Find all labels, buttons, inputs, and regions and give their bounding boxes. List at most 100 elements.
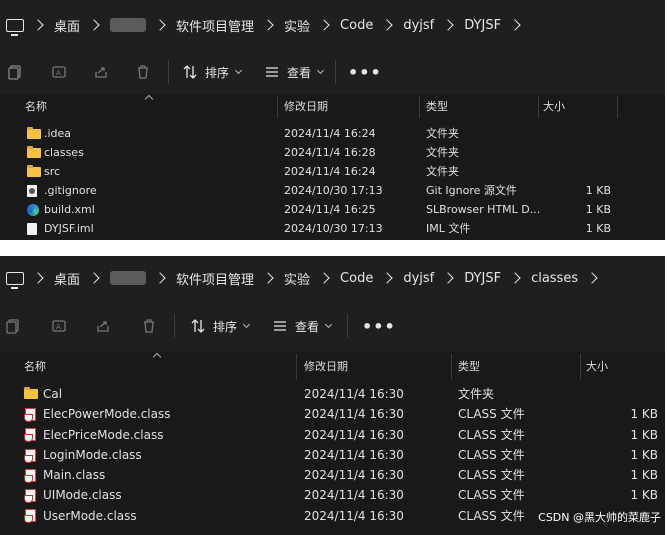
chevron-right-icon[interactable] [154,272,166,284]
file-name: ElecPowerMode.class [43,407,171,422]
file-name: LoginMode.class [43,447,142,462]
breadcrumb-classes[interactable]: classes [531,271,578,286]
address-bar[interactable]: 桌面 软件项目管理 实验 Code dyjsf DYJSF [0,0,665,50]
sort-button[interactable]: 排序 [187,315,251,337]
chevron-right-icon[interactable] [509,19,521,31]
file-icon-cell [27,162,41,181]
explorer-window-dyjsf: 桌面 软件项目管理 实验 Code dyjsf DYJSF A 排序 查看 ••… [0,0,665,240]
file-row[interactable]: classes 2024/11/4 16:28 文件夹 [0,143,665,162]
view-button[interactable]: 查看 [261,61,325,83]
chevron-right-icon[interactable] [88,19,100,31]
file-row[interactable]: LoginMode.class 2024/11/4 16:30 CLASS 文件 1 … [0,445,665,465]
column-size[interactable]: 大小 [543,94,565,120]
java-class-icon [24,407,39,422]
chevron-right-icon[interactable] [32,19,44,31]
file-size: 1 KB [630,447,658,462]
chevron-right-icon[interactable] [509,272,521,284]
file-row[interactable]: .idea 2024/11/4 16:24 文件夹 [0,124,665,143]
file-row[interactable]: src 2024/11/4 16:24 文件夹 [0,162,665,181]
redacted-breadcrumb[interactable] [110,271,147,285]
chevron-right-icon[interactable] [318,272,330,284]
address-bar[interactable]: 桌面 软件项目管理 实验 Code dyjsf DYJSF classes [0,256,665,300]
file-modified: 2024/11/4 16:30 [304,427,404,442]
breadcrumb-desktop[interactable]: 桌面 [54,269,80,288]
file-modified: 2024/11/4 16:24 [284,127,376,140]
file-size: 1 KB [585,184,611,197]
share-icon[interactable] [90,61,112,83]
share-icon[interactable] [92,315,114,337]
folder-icon [27,126,41,139]
more-options-button[interactable]: ••• [348,63,382,82]
file-modified: 2024/11/4 16:24 [284,165,376,178]
file-modified: 2024/10/30 17:13 [284,184,383,197]
file-row[interactable]: Cal 2024/11/4 16:30 文件夹 [0,384,665,404]
file-row[interactable]: UIMode.class 2024/11/4 16:30 CLASS 文件 1 KB [0,485,665,505]
delete-icon[interactable] [132,61,154,83]
view-icon [261,61,283,83]
column-modified[interactable]: 修改日期 [304,352,348,382]
column-name[interactable]: 名称 [25,94,47,120]
breadcrumb-experiment[interactable]: 实验 [284,16,310,35]
more-options-button[interactable]: ••• [362,317,396,336]
chevron-right-icon[interactable] [154,19,166,31]
breadcrumb-code[interactable]: Code [340,18,373,33]
this-pc-icon[interactable] [6,271,24,289]
file-row[interactable]: .gitignore 2024/10/30 17:13 Git Ignore 源文件… [0,181,665,200]
chevron-right-icon[interactable] [88,272,100,284]
file-type: CLASS 文件 [458,468,525,483]
chevron-right-icon[interactable] [442,272,454,284]
file-row[interactable]: build.xml 2024/11/4 16:25 SLBrowser HTML D… [0,200,665,219]
chevron-right-icon[interactable] [262,272,274,284]
breadcrumb-dyjsf[interactable]: dyjsf [403,271,434,286]
file-type: CLASS 文件 [458,508,525,523]
this-pc-icon[interactable] [6,18,24,36]
breadcrumb-project-mgmt[interactable]: 软件项目管理 [176,16,254,35]
file-type: CLASS 文件 [458,488,525,503]
file-row[interactable]: ElecPowerMode.class 2024/11/4 16:30 CLASS … [0,404,665,424]
chevron-right-icon[interactable] [32,272,44,284]
file-icon-cell [24,404,39,424]
file-modified: 2024/10/30 17:13 [284,222,383,235]
chevron-right-icon[interactable] [381,272,393,284]
breadcrumb-DYJSF[interactable]: DYJSF [464,18,501,33]
slbrowser-file-icon [27,203,39,216]
delete-icon[interactable] [138,315,160,337]
file-row[interactable]: ElecPriceMode.class 2024/11/4 16:30 CLASS … [0,425,665,445]
file-size: 1 KB [630,468,658,483]
view-button[interactable]: 查看 [269,315,333,337]
file-icon-cell [24,425,39,445]
file-type: 文件夹 [426,127,459,140]
breadcrumb-project-mgmt[interactable]: 软件项目管理 [176,269,254,288]
copy-icon[interactable] [4,61,26,83]
sort-asc-icon [144,94,154,104]
chevron-right-icon[interactable] [381,19,393,31]
rename-icon[interactable]: A [48,315,70,337]
folder-icon [27,145,41,158]
breadcrumb-dyjsf[interactable]: dyjsf [403,18,434,33]
chevron-right-icon[interactable] [318,19,330,31]
file-row[interactable]: DYJSF.iml 2024/10/30 17:13 IML 文件 1 KB [0,219,665,238]
sort-button[interactable]: 排序 [179,61,243,83]
file-modified: 2024/11/4 16:28 [284,146,376,159]
chevron-right-icon[interactable] [586,272,598,284]
column-name[interactable]: 名称 [24,352,46,382]
file-icon-cell [24,485,39,505]
rename-icon[interactable]: A [48,61,70,83]
column-type[interactable]: 类型 [426,94,448,120]
file-type: 文件夹 [426,146,459,159]
breadcrumb-DYJSF[interactable]: DYJSF [464,271,501,286]
column-modified[interactable]: 修改日期 [284,94,328,120]
chevron-down-icon [242,320,251,329]
breadcrumb-desktop[interactable]: 桌面 [54,16,80,35]
breadcrumb-experiment[interactable]: 实验 [284,269,310,288]
breadcrumb-code[interactable]: Code [340,271,373,286]
file-icon [27,222,37,235]
copy-icon[interactable] [2,315,24,337]
file-row[interactable]: Main.class 2024/11/4 16:30 CLASS 文件 1 KB [0,465,665,485]
file-type: 文件夹 [426,165,459,178]
column-type[interactable]: 类型 [458,352,480,382]
chevron-right-icon[interactable] [262,19,274,31]
chevron-right-icon[interactable] [442,19,454,31]
redacted-breadcrumb[interactable] [110,18,147,32]
column-size[interactable]: 大小 [586,352,608,382]
